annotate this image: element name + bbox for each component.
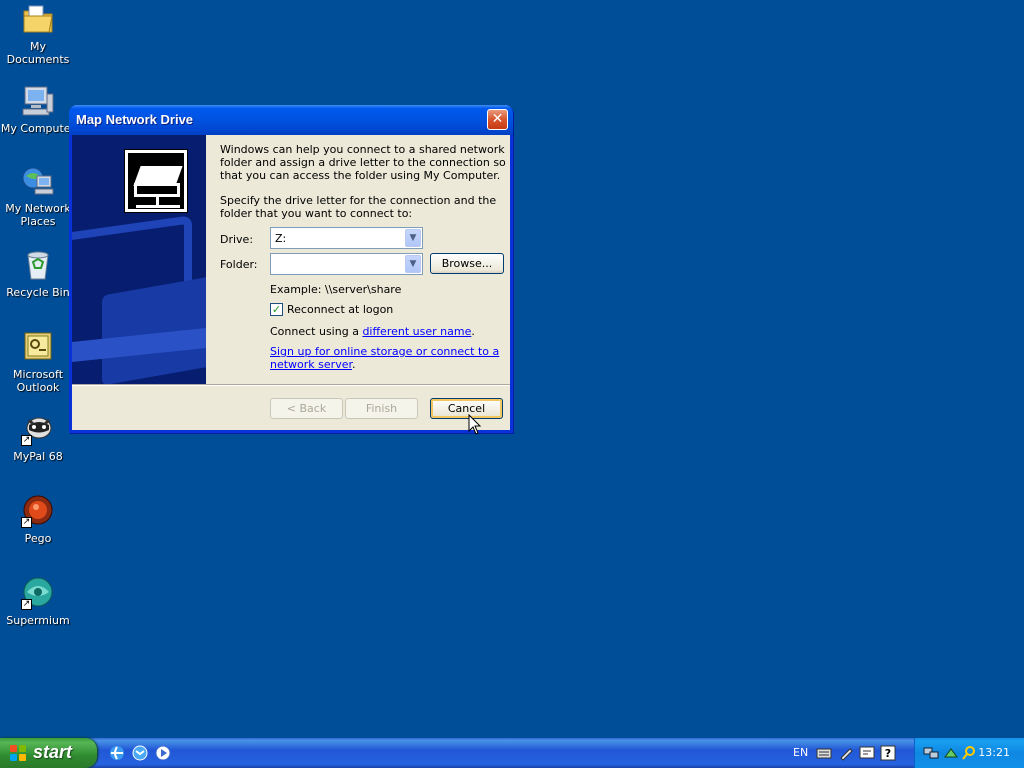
dialog-titlebar[interactable]: Map Network Drive ✕	[69, 105, 513, 135]
language-indicator[interactable]: EN	[793, 746, 808, 759]
shortcut-arrow-icon: ↗	[21, 517, 32, 528]
desktop-icon-label: Supermium	[6, 614, 70, 627]
finish-button[interactable]: Finish	[345, 398, 418, 419]
network-places-icon	[21, 164, 55, 198]
mypal-icon: ↗	[21, 412, 55, 446]
dialog-title: Map Network Drive	[76, 112, 194, 127]
safely-remove-hardware-icon[interactable]	[943, 745, 959, 761]
desktop-icon-label: My Documents	[6, 40, 70, 66]
language-bar-icon[interactable]	[859, 745, 875, 761]
pego-icon: ↗	[21, 494, 55, 528]
desktop-icon-label: MyPal 68	[13, 450, 63, 463]
pen-tool-icon[interactable]	[838, 745, 854, 761]
network-connection-icon[interactable]	[923, 745, 939, 761]
dialog-separator	[72, 384, 510, 386]
cancel-button[interactable]: Cancel	[430, 398, 503, 419]
my-documents-folder-icon	[21, 2, 55, 36]
internet-explorer-icon[interactable]	[108, 744, 126, 762]
checkmark-icon: ✓	[271, 303, 282, 316]
reconnect-checkbox[interactable]: ✓	[270, 303, 283, 316]
svg-text:?: ?	[885, 747, 891, 760]
windows-logo-icon	[10, 745, 27, 761]
back-button[interactable]: < Back	[270, 398, 343, 419]
desktop-icon-recycle-bin[interactable]: Recycle Bin	[0, 248, 76, 299]
desktop-icon-my-documents[interactable]: My Documents	[0, 2, 76, 66]
start-button[interactable]: start	[0, 738, 97, 768]
wizard-banner-image	[72, 135, 206, 384]
signup-suffix: .	[351, 358, 356, 371]
system-tray: 13:21	[914, 738, 1024, 768]
recycle-bin-icon	[21, 248, 55, 282]
map-network-drive-dialog: Map Network Drive ✕ Windows can help you…	[69, 105, 513, 433]
desktop-icon-label: Microsoft Outlook	[12, 368, 64, 394]
example-text: Example: \\server\share	[270, 283, 402, 296]
close-button[interactable]: ✕	[487, 109, 508, 130]
chevron-down-icon[interactable]: ▼	[405, 255, 421, 273]
media-player-icon[interactable]	[154, 744, 172, 762]
help-icon[interactable]: ?	[880, 745, 896, 761]
chevron-down-icon[interactable]: ▼	[405, 229, 421, 247]
folder-label: Folder:	[220, 258, 258, 271]
shortcut-arrow-icon: ↗	[21, 435, 32, 446]
folder-combo[interactable]: ▼	[270, 253, 423, 275]
signup-online-storage-link[interactable]: Sign up for online storage or connect to…	[270, 345, 499, 371]
desktop-icon-label: My Computer	[0, 122, 76, 135]
my-computer-icon	[21, 84, 55, 118]
supermium-icon: ↗	[21, 576, 55, 610]
connect-using-text: Connect using a different user name.	[270, 325, 475, 338]
outlook-icon	[21, 330, 55, 364]
desktop-icon-supermium[interactable]: ↗ Supermium	[0, 576, 76, 627]
instructions-text: Specify the drive letter for the connect…	[220, 194, 497, 220]
connect-using-prefix: Connect using a	[270, 325, 363, 338]
drive-label: Drive:	[220, 233, 254, 246]
taskbar: start EN ? 13:21	[0, 738, 1024, 768]
desktop-icon-mypal[interactable]: ↗ MyPal 68	[0, 412, 76, 463]
drive-select-value: Z:	[275, 232, 287, 245]
desktop-icon-outlook[interactable]: Microsoft Outlook	[0, 330, 76, 394]
desktop-icon-label: Pego	[24, 532, 52, 545]
desktop-icon-network-places[interactable]: My Network Places	[0, 164, 76, 228]
desktop-icon-label: Recycle Bin	[6, 286, 70, 299]
mouse-cursor-icon	[468, 414, 482, 435]
keyboard-icon[interactable]	[816, 745, 832, 761]
shortcut-arrow-icon: ↗	[21, 599, 32, 610]
outlook-express-icon[interactable]	[131, 744, 149, 762]
desktop-icon-my-computer[interactable]: My Computer	[0, 84, 76, 135]
search-icon[interactable]	[961, 745, 977, 761]
clock[interactable]: 13:21	[978, 746, 1010, 759]
drive-select[interactable]: Z: ▼	[270, 227, 423, 249]
desktop-icon-label: My Network Places	[5, 202, 71, 228]
intro-text: Windows can help you connect to a shared…	[220, 143, 506, 182]
different-user-name-link[interactable]: different user name	[362, 325, 471, 338]
start-label: start	[33, 742, 73, 762]
signup-text: Sign up for online storage or connect to…	[270, 345, 500, 371]
reconnect-label[interactable]: Reconnect at logon	[287, 303, 393, 316]
browse-button[interactable]: Browse...	[430, 253, 504, 274]
network-drive-icon	[124, 149, 188, 213]
connect-using-suffix: .	[471, 325, 475, 338]
desktop-icon-pego[interactable]: ↗ Pego	[0, 494, 76, 545]
